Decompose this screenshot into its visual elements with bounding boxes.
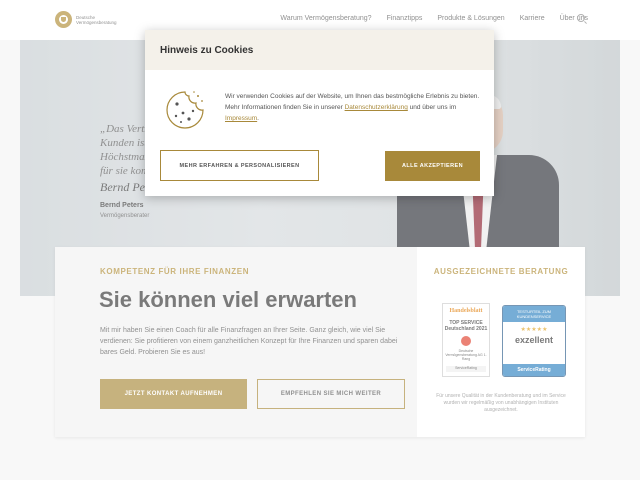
- cookie-dialog: Hinweis zu Cookies Wir verwenden Cookies…: [145, 30, 494, 196]
- accept-all-button[interactable]: ALLE AKZEPTIEREN: [385, 151, 480, 181]
- cookie-dialog-title: Hinweis zu Cookies: [160, 45, 254, 56]
- personalize-button[interactable]: MEHR ERFAHREN & PERSONALISIEREN: [160, 150, 319, 181]
- imprint-link[interactable]: Impressum: [225, 115, 257, 122]
- cookie-dialog-text: Wir verwenden Cookies auf der Website, u…: [225, 93, 480, 122]
- privacy-link[interactable]: Datenschutzerklärung: [345, 104, 408, 111]
- cookie-icon: [166, 91, 204, 129]
- cookie-dialog-header: Hinweis zu Cookies: [145, 30, 494, 70]
